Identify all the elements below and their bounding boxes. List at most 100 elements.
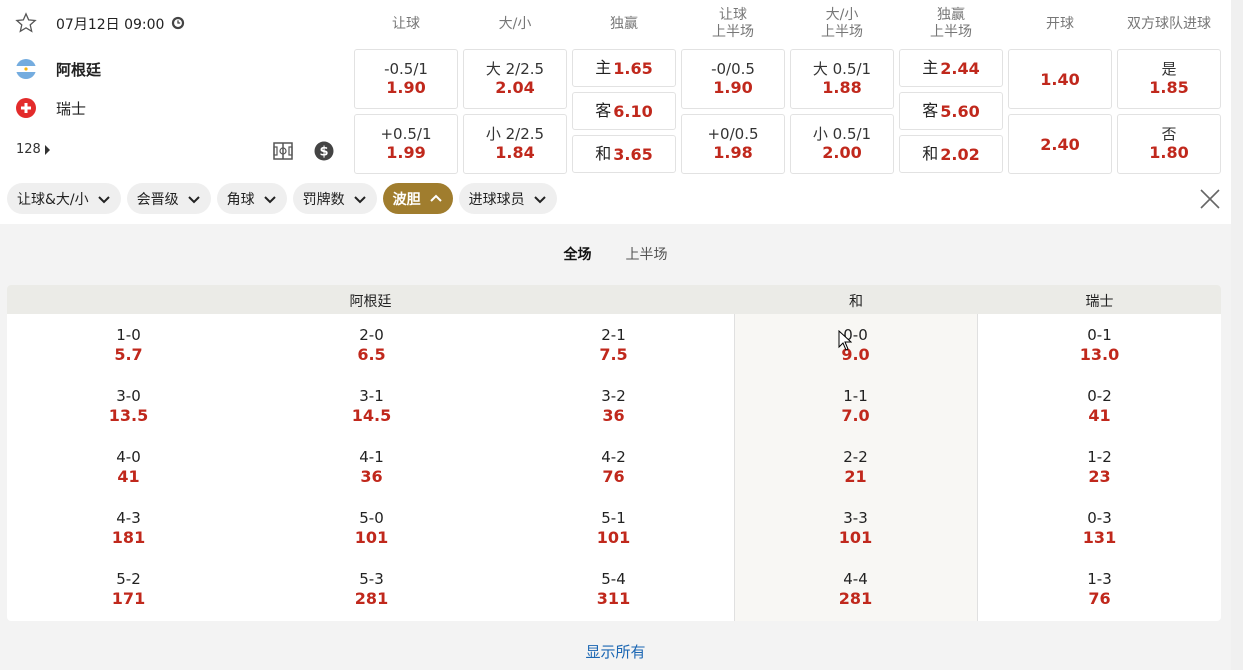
clock-icon [171, 16, 185, 30]
odd-handicap-1h-away[interactable]: +0/0.5 1.98 [681, 114, 785, 174]
score-label: 4-2 [601, 448, 626, 466]
chevron-down-icon [533, 195, 546, 203]
score-odds: 6.5 [357, 345, 386, 364]
score-odds: 41 [117, 467, 140, 486]
score-label: 0-2 [1087, 387, 1112, 405]
chevron-down-icon [187, 195, 200, 203]
score-odds: 36 [360, 467, 383, 486]
tab-first-half[interactable]: 上半场 [626, 244, 668, 264]
score-cell-home-c[interactable]: 5-1 101 [492, 509, 735, 561]
score-odds: 7.0 [841, 406, 870, 425]
score-label: 5-4 [601, 570, 626, 588]
filter-to-qualify[interactable]: 会晋级 [126, 183, 211, 214]
score-cell-home-c[interactable]: 4-2 76 [492, 448, 735, 500]
score-cell-draw[interactable]: 4-4 281 [734, 570, 977, 621]
period-tabs: 全场 上半场 [0, 244, 1231, 264]
score-cell-home-a[interactable]: 3-0 13.5 [7, 387, 250, 439]
score-label: 1-2 [1087, 448, 1112, 466]
pitch-icon[interactable] [273, 141, 293, 161]
caret-right-icon [44, 144, 50, 155]
score-cell-home-b[interactable]: 3-1 14.5 [250, 387, 493, 439]
score-cell-home-a[interactable]: 5-2 171 [7, 570, 250, 621]
score-cell-home-a[interactable]: 4-0 41 [7, 448, 250, 500]
score-odds: 13.5 [108, 406, 149, 425]
score-cell-home-a[interactable]: 4-3 181 [7, 509, 250, 561]
odd-handicap-away[interactable]: +0.5/1 1.99 [354, 114, 458, 174]
away-team: 瑞士 [16, 97, 86, 119]
score-cell-away[interactable]: 0-1 13.0 [978, 326, 1221, 378]
cs-header-home: 阿根廷 [349, 294, 392, 310]
score-cell-draw[interactable]: 1-1 7.0 [734, 387, 977, 439]
score-cell-home-c[interactable]: 3-2 36 [492, 387, 735, 439]
score-cell-home-c[interactable]: 2-1 7.5 [492, 326, 735, 378]
favorite-star-icon[interactable] [15, 12, 37, 34]
score-cell-home-b[interactable]: 5-0 101 [250, 509, 493, 561]
score-odds: 14.5 [351, 406, 392, 425]
odd-moneyline-home[interactable]: 主 1.65 [572, 49, 676, 87]
tab-full-time[interactable]: 全场 [564, 244, 592, 264]
header-moneyline-1h: 独赢 上半场 [930, 7, 972, 40]
more-markets-link[interactable]: 128 [16, 142, 50, 157]
filter-handicap-ou[interactable]: 让球&大/小 [7, 183, 121, 214]
score-cell-home-c[interactable]: 5-4 311 [492, 570, 735, 621]
odd-moneyline-1h-away[interactable]: 客 5.60 [899, 92, 1003, 130]
markets-count: 128 [16, 142, 41, 157]
odd-over-1h[interactable]: 大 0.5/1 1.88 [790, 49, 894, 109]
score-cell-away[interactable]: 0-3 131 [978, 509, 1221, 561]
score-label: 2-0 [359, 326, 384, 344]
odd-btts-yes[interactable]: 是 1.85 [1117, 49, 1221, 109]
score-label: 0-0 [843, 326, 868, 344]
score-odds: 7.5 [599, 345, 628, 364]
header-moneyline: 独赢 [610, 15, 638, 32]
score-cell-home-a[interactable]: 1-0 5.7 [7, 326, 250, 378]
odd-moneyline-1h-home[interactable]: 主 2.44 [899, 49, 1003, 87]
filter-goalscorer[interactable]: 进球球员 [458, 183, 557, 214]
odd-over[interactable]: 大 2/2.5 2.04 [463, 49, 567, 109]
odd-under-1h[interactable]: 小 0.5/1 2.00 [790, 114, 894, 174]
score-cell-home-b[interactable]: 2-0 6.5 [250, 326, 493, 378]
header-btts: 双方球队进球 [1127, 15, 1211, 32]
score-odds: 281 [838, 589, 873, 608]
score-cell-draw[interactable]: 2-2 21 [734, 448, 977, 500]
header-handicap-1h: 让球 上半场 [712, 7, 754, 40]
score-cell-home-b[interactable]: 5-3 281 [250, 570, 493, 621]
cs-header-draw: 和 [849, 294, 863, 310]
score-odds: 5.7 [114, 345, 143, 364]
argentina-flag-icon [16, 59, 36, 79]
odd-kickoff-away[interactable]: 2.40 [1008, 114, 1112, 174]
odd-kickoff-home[interactable]: 1.40 [1008, 49, 1112, 109]
chevron-up-icon [429, 194, 442, 202]
score-cell-away[interactable]: 0-2 41 [978, 387, 1221, 439]
scrollbar[interactable] [1231, 0, 1243, 670]
score-label: 5-2 [116, 570, 141, 588]
score-cell-away[interactable]: 1-2 23 [978, 448, 1221, 500]
odd-btts-no[interactable]: 否 1.80 [1117, 114, 1221, 174]
odd-handicap-home[interactable]: -0.5/1 1.90 [354, 49, 458, 109]
away-team-name: 瑞士 [56, 99, 87, 118]
score-odds: 21 [844, 467, 867, 486]
score-cell-away[interactable]: 1-3 76 [978, 570, 1221, 621]
score-label: 5-0 [359, 509, 384, 527]
header-kickoff: 开球 [1046, 15, 1074, 32]
filter-correct-score[interactable]: 波胆 [382, 183, 453, 214]
odd-handicap-1h-home[interactable]: -0/0.5 1.90 [681, 49, 785, 109]
score-odds: 76 [602, 467, 625, 486]
score-cell-home-b[interactable]: 4-1 36 [250, 448, 493, 500]
score-label: 2-2 [843, 448, 868, 466]
score-label: 5-1 [601, 509, 626, 527]
filter-corners[interactable]: 角球 [216, 183, 287, 214]
show-all-link[interactable]: 显示所有 [0, 641, 1231, 662]
page: 07月12日 09:00 阿根廷 瑞士 128 $ 让球 大/小 独赢 让球 上… [0, 0, 1231, 670]
chevron-down-icon [263, 195, 276, 203]
score-cell-draw[interactable]: 3-3 101 [734, 509, 977, 561]
score-cell-draw[interactable]: 0-0 9.0 [734, 326, 977, 378]
odd-moneyline-away[interactable]: 客 6.10 [572, 92, 676, 130]
market-filter-bar: 让球&大/小 会晋级 角球 罚牌数 波胆 进球球员 [7, 183, 557, 214]
odd-under[interactable]: 小 2/2.5 1.84 [463, 114, 567, 174]
odd-moneyline-draw[interactable]: 和 3.65 [572, 135, 676, 173]
odd-moneyline-1h-draw[interactable]: 和 2.02 [899, 135, 1003, 173]
close-icon[interactable] [1199, 188, 1221, 210]
score-odds: 101 [354, 528, 389, 547]
dollar-icon[interactable]: $ [314, 141, 334, 161]
filter-cards[interactable]: 罚牌数 [292, 183, 377, 214]
